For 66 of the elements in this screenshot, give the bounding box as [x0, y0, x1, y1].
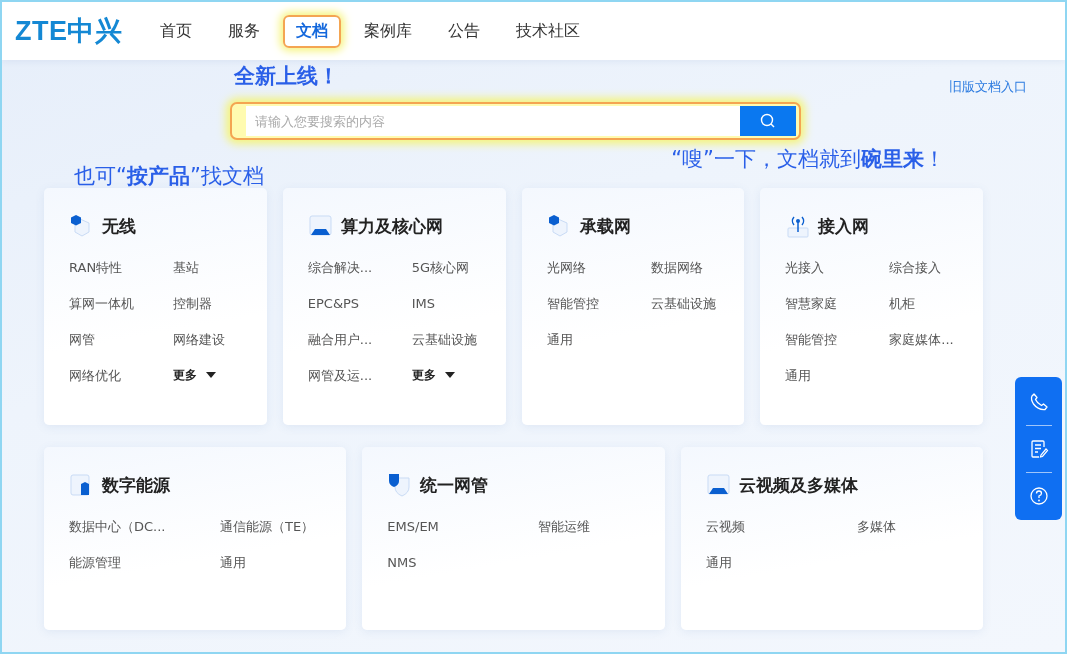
- card-title[interactable]: 统一网管: [420, 473, 489, 497]
- search-field[interactable]: 请输入您要搜索的内容: [230, 102, 801, 140]
- category-link[interactable]: 能源管理: [69, 555, 121, 570]
- category-link[interactable]: 机柜: [889, 296, 916, 311]
- category-link[interactable]: NMS: [387, 555, 417, 570]
- search-button[interactable]: [740, 106, 796, 136]
- category-link[interactable]: 光接入: [785, 260, 825, 275]
- card-title[interactable]: 接入网: [818, 214, 870, 238]
- category-link[interactable]: 综合解决...: [307, 260, 373, 275]
- monitor-icon: [705, 472, 732, 498]
- card-title[interactable]: 承载网: [579, 214, 631, 238]
- caret-icon: [444, 372, 455, 378]
- category-link[interactable]: 通用: [705, 555, 732, 570]
- card-title[interactable]: 算力及核心网: [340, 214, 443, 238]
- category-link[interactable]: 网管: [69, 332, 95, 347]
- hint-text: 也可“按产品”找文档: [74, 163, 264, 190]
- category-link[interactable]: 家庭媒体...: [889, 332, 954, 347]
- category-link[interactable]: 智能管控: [546, 296, 599, 311]
- help-icon: [1028, 485, 1049, 506]
- hint-text: “嗖”一下，文档就到碗里来！: [671, 146, 945, 173]
- category-link[interactable]: 综合接入: [889, 260, 942, 275]
- category-link[interactable]: 云基础设施: [411, 332, 477, 347]
- card-title[interactable]: 云视频及多媒体: [738, 473, 858, 497]
- category-link[interactable]: 通用: [546, 332, 573, 347]
- logo[interactable]: ZTE中兴: [15, 13, 135, 49]
- category-link[interactable]: 网络建设: [173, 332, 225, 347]
- category-link[interactable]: 算网一体机: [69, 296, 134, 311]
- nav-tab[interactable]: 公告: [435, 14, 493, 48]
- category-link[interactable]: 云基础设施: [650, 296, 716, 311]
- old-version-link[interactable]: 旧版文档入口: [949, 78, 1027, 96]
- nav-tab[interactable]: 首页: [147, 14, 205, 48]
- category-link[interactable]: RAN特性: [69, 260, 123, 275]
- category-link[interactable]: 通用: [220, 555, 246, 570]
- category-link[interactable]: 基站: [173, 260, 199, 275]
- monitor-icon: [307, 213, 334, 239]
- category-link[interactable]: 通信能源（TE）: [220, 519, 315, 534]
- category-link[interactable]: 智能管控: [785, 332, 838, 347]
- category-link[interactable]: IMS: [411, 296, 436, 311]
- category-link[interactable]: 网络优化: [69, 368, 121, 383]
- card-title[interactable]: 无线: [102, 214, 136, 238]
- category-link[interactable]: EPC&PS: [307, 296, 360, 311]
- phone-icon: [1028, 391, 1049, 412]
- category-link[interactable]: 智能运维: [538, 519, 591, 534]
- category-link[interactable]: 融合用户...: [307, 332, 373, 347]
- more-button[interactable]: 更多: [411, 365, 455, 385]
- more-button[interactable]: 更多: [173, 365, 216, 385]
- nav-tab[interactable]: 文档: [283, 14, 341, 48]
- note-edit-icon: [1028, 438, 1049, 459]
- headline: 全新上线！: [234, 63, 339, 90]
- category-link[interactable]: EMS/EM: [387, 519, 439, 534]
- category-link[interactable]: 控制器: [173, 296, 212, 311]
- category-link[interactable]: 云视频: [705, 519, 745, 534]
- category-link[interactable]: 网管及运...: [307, 368, 373, 383]
- category-link[interactable]: 5G核心网: [411, 260, 470, 275]
- category-link[interactable]: 数据网络: [650, 260, 703, 275]
- category-link[interactable]: 数据中心（DC...: [69, 519, 166, 534]
- nav-tab[interactable]: 技术社区: [503, 14, 593, 48]
- nav-tab[interactable]: 案例库: [351, 14, 425, 48]
- nav-tab[interactable]: 服务: [215, 14, 273, 48]
- category-link[interactable]: 光网络: [546, 260, 586, 275]
- card-title[interactable]: 数字能源: [102, 473, 170, 497]
- category-link[interactable]: 多媒体: [856, 519, 896, 534]
- category-link[interactable]: 智慧家庭: [785, 296, 838, 311]
- caret-icon: [206, 372, 216, 378]
- search-icon: [760, 113, 776, 129]
- category-link[interactable]: 通用: [785, 368, 812, 383]
